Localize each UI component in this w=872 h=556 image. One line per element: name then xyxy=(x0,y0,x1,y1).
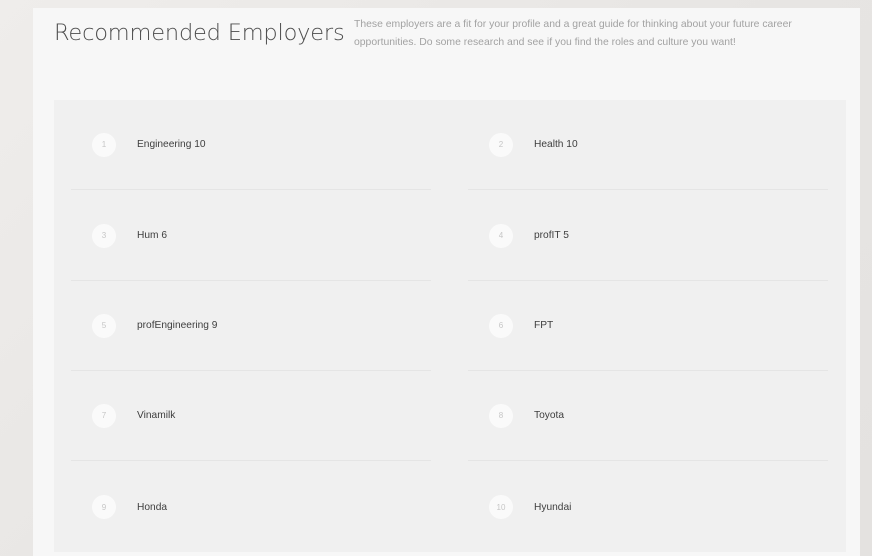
employer-name: Vinamilk xyxy=(137,410,176,421)
rank-badge: 2 xyxy=(489,132,513,157)
rank-badge: 4 xyxy=(489,223,513,248)
rank-badge: 9 xyxy=(92,495,116,519)
employer-name: profIT 5 xyxy=(534,230,569,241)
employer-item-7[interactable]: 7 Vinamilk xyxy=(71,371,431,461)
rank-badge: 10 xyxy=(489,495,513,519)
rank-badge: 6 xyxy=(489,313,513,338)
employer-name: Hum 6 xyxy=(137,230,168,241)
recommended-employers-panel: Recommended Employers These employers ar… xyxy=(33,8,860,556)
employer-item-1[interactable]: 1 Engineering 10 xyxy=(71,100,431,190)
page-title: Recommended Employers xyxy=(54,20,345,46)
rank-badge: 5 xyxy=(92,313,116,338)
rank-badge: 8 xyxy=(489,403,513,428)
employer-item-5[interactable]: 5 profEngineering 9 xyxy=(71,281,431,371)
employer-name: Health 10 xyxy=(534,139,578,150)
employer-name: Engineering 10 xyxy=(137,139,206,150)
page-description: These employers are a fit for your profi… xyxy=(354,19,792,48)
employer-item-3[interactable]: 3 Hum 6 xyxy=(71,191,431,281)
employer-item-10[interactable]: 10 Hyundai xyxy=(468,462,828,552)
employer-item-9[interactable]: 9 Honda xyxy=(71,462,431,552)
rank-badge: 7 xyxy=(92,403,116,428)
employer-name: profEngineering 9 xyxy=(137,320,218,331)
employer-name: Honda xyxy=(137,501,168,513)
employer-item-6[interactable]: 6 FPT xyxy=(468,281,828,371)
employer-item-4[interactable]: 4 profIT 5 xyxy=(468,191,828,281)
employer-name: Hyundai xyxy=(534,501,572,513)
employer-item-8[interactable]: 8 Toyota xyxy=(468,371,828,461)
rank-badge: 1 xyxy=(92,132,116,157)
employer-item-2[interactable]: 2 Health 10 xyxy=(468,100,828,190)
employer-grid: 1 Engineering 10 2 Health 10 3 Hum 6 4 p… xyxy=(54,100,846,552)
employer-name: Toyota xyxy=(534,410,565,421)
employer-name: FPT xyxy=(534,320,554,331)
rank-badge: 3 xyxy=(92,223,116,248)
